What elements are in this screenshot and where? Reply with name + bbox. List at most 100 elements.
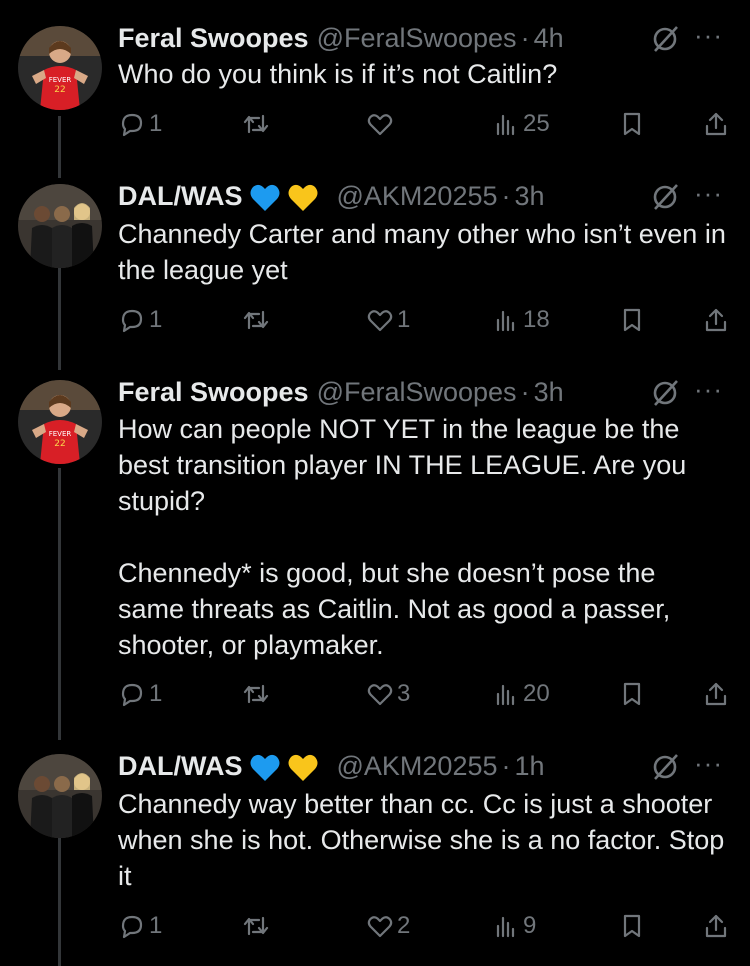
tweet[interactable]: DAL/WAS @AKM20255 · 3h ··· Channedy Carter … [0, 178, 750, 364]
bookmark-button[interactable] [618, 676, 646, 712]
share-button[interactable] [702, 676, 730, 712]
heart-icon [367, 916, 393, 938]
view-count: 25 [523, 110, 550, 137]
display-name[interactable]: Feral Swoopes [118, 23, 309, 53]
reply-count: 1 [149, 306, 163, 333]
view-count: 9 [523, 912, 537, 939]
blue-heart-icon [250, 754, 279, 781]
yellow-heart-icon [288, 184, 317, 211]
user-handle[interactable]: @FeralSwoopes [317, 377, 517, 407]
user-handle[interactable]: @AKM20255 [337, 751, 498, 781]
tweet-text: How can people NOT YET in the league be … [118, 414, 687, 660]
bookmark-button[interactable] [618, 106, 646, 142]
timestamp[interactable]: 3h [515, 181, 545, 211]
heart-icon [367, 114, 393, 136]
retweet-icon [243, 114, 269, 134]
grok-icon[interactable] [650, 378, 680, 408]
reply-count: 1 [149, 912, 163, 939]
views-button[interactable]: 25 [492, 106, 550, 142]
reply-count: 1 [149, 680, 163, 707]
display-name[interactable]: DAL/WAS [118, 751, 243, 781]
share-icon [705, 914, 727, 938]
bookmark-button[interactable] [618, 908, 646, 944]
like-button[interactable]: 3 [366, 676, 410, 712]
group-photo-avatar-icon [18, 754, 102, 838]
separator-dot: · [520, 23, 530, 53]
timestamp[interactable]: 3h [534, 377, 564, 407]
share-button[interactable] [702, 106, 730, 142]
more-options-icon[interactable]: ··· [694, 374, 730, 410]
bookmark-icon [623, 682, 641, 706]
bookmark-icon [623, 914, 641, 938]
retweet-button[interactable] [242, 676, 273, 712]
user-handle[interactable]: @AKM20255 [337, 181, 498, 211]
views-button[interactable]: 18 [492, 302, 550, 338]
reply-button[interactable]: 1 [118, 676, 162, 712]
more-options-icon[interactable]: ··· [694, 178, 730, 214]
more-options-icon[interactable]: ··· [694, 20, 730, 56]
views-icon [496, 114, 515, 136]
share-icon [705, 112, 727, 136]
bookmark-icon [623, 112, 641, 136]
bookmark-button[interactable] [618, 302, 646, 338]
separator-dot: · [501, 181, 511, 211]
reply-button[interactable]: 1 [118, 302, 162, 338]
reply-icon [121, 113, 143, 137]
retweet-icon [243, 310, 269, 330]
tweet[interactable]: FEVER 22 Feral Swoopes @FeralSwoopes · 3h ·… [0, 374, 750, 736]
share-button[interactable] [702, 908, 730, 944]
reply-button[interactable]: 1 [118, 908, 162, 944]
tweet[interactable]: DAL/WAS @AKM20255 · 1h ··· Channedy way bet… [0, 748, 750, 966]
views-icon [496, 310, 515, 332]
more-options-icon[interactable]: ··· [694, 748, 730, 784]
views-button[interactable]: 20 [492, 676, 550, 712]
heart-icon [367, 310, 393, 332]
reply-icon [121, 309, 143, 333]
view-count: 18 [523, 306, 550, 333]
retweet-button[interactable] [242, 106, 273, 142]
tweet-actions: 1 2 9 [0, 908, 750, 944]
avatar[interactable]: FEVER 22 [18, 380, 102, 464]
tweet-text: Channedy way better than cc. Cc is just … [118, 789, 732, 891]
tweet-actions: 1 3 20 [0, 676, 750, 712]
fever-player-avatar-icon: FEVER 22 [18, 26, 102, 110]
grok-icon[interactable] [650, 752, 680, 782]
timestamp[interactable]: 4h [534, 23, 564, 53]
views-icon [496, 916, 515, 938]
tweet-actions: 1 25 [0, 106, 750, 142]
user-handle[interactable]: @FeralSwoopes [317, 23, 517, 53]
tweet-actions: 1 1 18 [0, 302, 750, 338]
heart-icon [367, 684, 393, 706]
timestamp[interactable]: 1h [515, 751, 545, 781]
separator-dot: · [501, 751, 511, 781]
reply-icon [121, 683, 143, 707]
like-button[interactable] [366, 106, 397, 142]
tweet-text: Who do you think is if it’s not Caitlin? [118, 59, 558, 89]
like-button[interactable]: 2 [366, 908, 410, 944]
reply-button[interactable]: 1 [118, 106, 162, 142]
views-icon [496, 684, 515, 706]
views-button[interactable]: 9 [492, 908, 536, 944]
retweet-button[interactable] [242, 908, 273, 944]
like-count: 2 [397, 912, 411, 939]
avatar[interactable] [18, 754, 102, 838]
tweet[interactable]: FEVER 22 Feral Swoopes @FeralSwoopes · 4h ·… [0, 20, 750, 170]
like-button[interactable]: 1 [366, 302, 410, 338]
share-button[interactable] [702, 302, 730, 338]
display-name[interactable]: Feral Swoopes [118, 377, 309, 407]
blue-heart-icon [250, 184, 279, 211]
separator-dot: · [520, 377, 530, 407]
share-icon [705, 682, 727, 706]
retweet-icon [243, 684, 269, 704]
svg-text:FEVER: FEVER [49, 76, 72, 84]
avatar[interactable] [18, 184, 102, 268]
yellow-heart-icon [288, 754, 317, 781]
svg-text:FEVER: FEVER [49, 430, 72, 438]
avatar[interactable]: FEVER 22 [18, 26, 102, 110]
grok-icon[interactable] [650, 182, 680, 212]
display-name[interactable]: DAL/WAS [118, 181, 243, 211]
view-count: 20 [523, 680, 550, 707]
fever-player-avatar-icon: FEVER 22 [18, 380, 102, 464]
retweet-button[interactable] [242, 302, 273, 338]
grok-icon[interactable] [650, 24, 680, 54]
